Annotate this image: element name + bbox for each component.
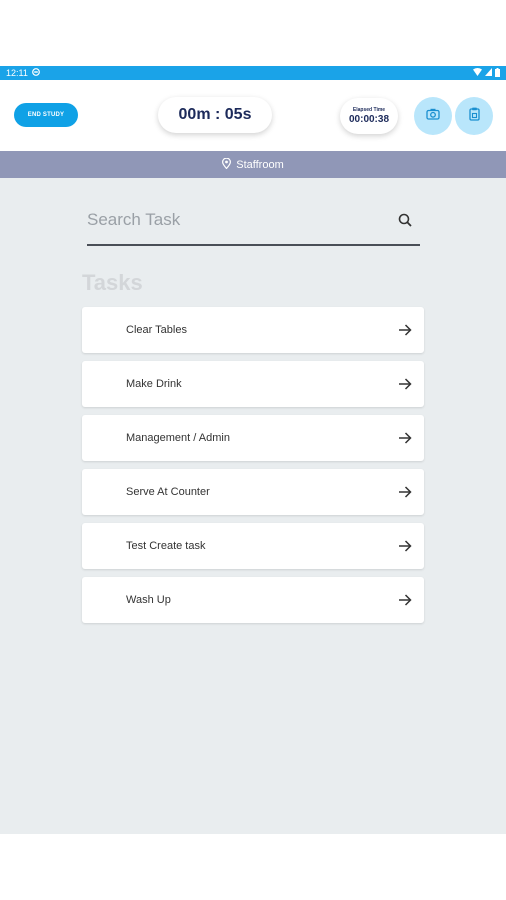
task-item-wash-up[interactable]: Wash Up — [82, 577, 424, 623]
bottom-area — [0, 834, 506, 900]
task-item-management-admin[interactable]: Management / Admin — [82, 415, 424, 461]
status-icon — [31, 68, 40, 78]
header: END STUDY 00m : 05s Elapsed Time 00:00:3… — [0, 80, 506, 151]
signal-icon — [485, 68, 492, 78]
wifi-icon — [473, 68, 482, 78]
task-label: Test Create task — [126, 540, 206, 552]
search-bar — [87, 196, 420, 246]
task-timer: 00m : 05s — [158, 97, 272, 133]
arrow-right-icon — [398, 378, 412, 390]
tasks-heading: Tasks — [82, 270, 143, 295]
task-item-test-create-task[interactable]: Test Create task — [82, 523, 424, 569]
elapsed-time-value: 00:00:38 — [348, 114, 390, 125]
task-item-clear-tables[interactable]: Clear Tables — [82, 307, 424, 353]
elapsed-time-label: Elapsed Time — [352, 107, 386, 113]
end-study-button[interactable]: END STUDY — [14, 103, 78, 127]
search-icon[interactable] — [398, 213, 412, 227]
task-item-serve-at-counter[interactable]: Serve At Counter — [82, 469, 424, 515]
task-label: Clear Tables — [126, 324, 187, 336]
battery-icon — [495, 67, 500, 79]
arrow-right-icon — [398, 432, 412, 444]
arrow-right-icon — [398, 594, 412, 606]
task-label: Make Drink — [126, 378, 182, 390]
arrow-right-icon — [398, 324, 412, 336]
task-item-make-drink[interactable]: Make Drink — [82, 361, 424, 407]
task-label: Wash Up — [126, 594, 171, 606]
main-content: Tasks Clear Tables Make Drink Management… — [0, 178, 506, 834]
clipboard-icon — [468, 107, 480, 126]
task-label: Management / Admin — [126, 432, 230, 444]
clipboard-button[interactable] — [455, 97, 493, 135]
status-bar: 12:11 — [0, 66, 506, 80]
search-input[interactable] — [87, 210, 367, 230]
camera-icon — [426, 107, 440, 125]
arrow-right-icon — [398, 540, 412, 552]
camera-button[interactable] — [414, 97, 452, 135]
location-name: Staffroom — [236, 158, 284, 171]
status-time: 12:11 — [6, 68, 28, 78]
location-pin-icon — [222, 157, 232, 172]
task-list: Clear Tables Make Drink Management / Adm… — [82, 307, 424, 631]
elapsed-time-badge: Elapsed Time 00:00:38 — [340, 98, 398, 134]
location-bar: Staffroom — [0, 151, 506, 178]
task-label: Serve At Counter — [126, 486, 210, 498]
arrow-right-icon — [398, 486, 412, 498]
